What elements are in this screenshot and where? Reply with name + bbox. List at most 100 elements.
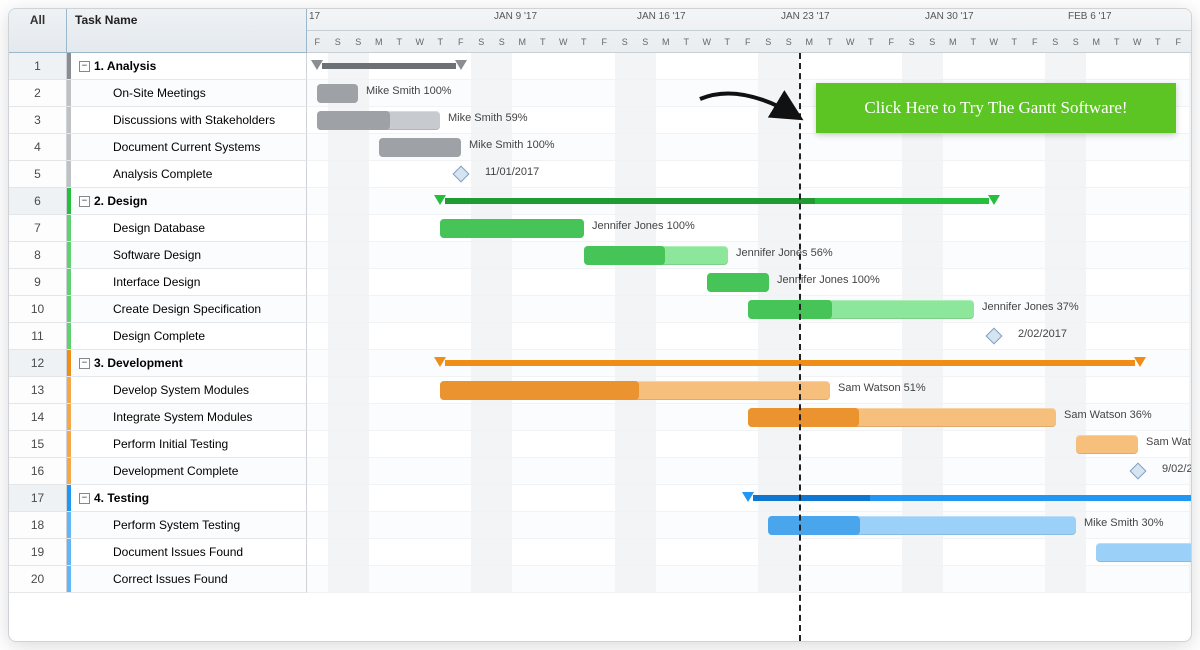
row-number[interactable]: 9 <box>9 269 67 296</box>
task-bar[interactable]: Mike Smith 100% <box>379 138 461 157</box>
timeline-cell[interactable] <box>307 53 1191 80</box>
task-cell[interactable]: Document Current Systems <box>67 134 307 161</box>
timeline-cell[interactable] <box>307 485 1191 512</box>
task-bar[interactable]: Sam Watson 51% <box>440 381 830 400</box>
summary-bar[interactable] <box>317 60 461 71</box>
task-row[interactable]: 18Perform System Testing Mike Smith 30% <box>9 512 1191 539</box>
timeline-cell[interactable]: Jennifer Jones 37% <box>307 296 1191 323</box>
timeline-cell[interactable]: 9/02/2017 <box>307 458 1191 485</box>
summary-bar[interactable] <box>440 195 994 206</box>
timeline-cell[interactable]: Mik <box>307 539 1191 566</box>
task-cell[interactable]: Software Design <box>67 242 307 269</box>
row-number[interactable]: 10 <box>9 296 67 323</box>
milestone-icon[interactable] <box>986 328 1002 344</box>
row-number[interactable]: 11 <box>9 323 67 350</box>
task-bar[interactable]: Jennifer Jones 56% <box>584 246 728 265</box>
timeline-cell[interactable] <box>307 188 1191 215</box>
task-cell[interactable]: −1. Analysis <box>67 53 307 80</box>
task-bar[interactable]: Jennifer Jones 100% <box>440 219 584 238</box>
timeline-cell[interactable]: Jennifer Jones 56% <box>307 242 1191 269</box>
task-row[interactable]: 10Create Design Specification Jennifer J… <box>9 296 1191 323</box>
task-row[interactable]: 12−3. Development <box>9 350 1191 377</box>
task-row[interactable]: 6−2. Design <box>9 188 1191 215</box>
task-row[interactable]: 15Perform Initial Testing Sam Watson <box>9 431 1191 458</box>
task-cell[interactable]: Develop System Modules <box>67 377 307 404</box>
task-row[interactable]: 7Design Database Jennifer Jones 100% <box>9 215 1191 242</box>
row-number[interactable]: 14 <box>9 404 67 431</box>
row-number[interactable]: 1 <box>9 53 67 80</box>
row-number[interactable]: 17 <box>9 485 67 512</box>
task-cell[interactable]: Development Complete <box>67 458 307 485</box>
task-row[interactable]: 13Develop System Modules Sam Watson 51% <box>9 377 1191 404</box>
timeline-cell[interactable]: Sam Watson 36% <box>307 404 1191 431</box>
timeline-header[interactable]: 17JAN 9 '17JAN 16 '17JAN 23 '17JAN 30 '1… <box>307 9 1191 53</box>
task-cell[interactable]: −4. Testing <box>67 485 307 512</box>
task-row[interactable]: 5Analysis Complete 11/01/2017 <box>9 161 1191 188</box>
task-bar[interactable]: Jennifer Jones 100% <box>707 273 769 292</box>
task-cell[interactable]: Document Issues Found <box>67 539 307 566</box>
row-number[interactable]: 13 <box>9 377 67 404</box>
task-bar[interactable]: Jennifer Jones 37% <box>748 300 974 319</box>
milestone-icon[interactable] <box>1130 463 1146 479</box>
collapse-icon[interactable]: − <box>79 196 90 207</box>
task-cell[interactable]: Discussions with Stakeholders <box>67 107 307 134</box>
row-number[interactable]: 3 <box>9 107 67 134</box>
task-cell[interactable]: Perform Initial Testing <box>67 431 307 458</box>
timeline-cell[interactable]: Jennifer Jones 100% <box>307 215 1191 242</box>
row-number[interactable]: 18 <box>9 512 67 539</box>
task-bar[interactable]: Sam Watson 36% <box>748 408 1056 427</box>
timeline-cell[interactable] <box>307 566 1191 593</box>
row-number[interactable]: 8 <box>9 242 67 269</box>
task-row[interactable]: 1−1. Analysis <box>9 53 1191 80</box>
task-cell[interactable]: −3. Development <box>67 350 307 377</box>
milestone-icon[interactable] <box>453 166 469 182</box>
row-number[interactable]: 5 <box>9 161 67 188</box>
collapse-icon[interactable]: − <box>79 358 90 369</box>
task-cell[interactable]: Create Design Specification <box>67 296 307 323</box>
task-cell[interactable]: Analysis Complete <box>67 161 307 188</box>
row-number[interactable]: 19 <box>9 539 67 566</box>
task-row[interactable]: 8Software Design Jennifer Jones 56% <box>9 242 1191 269</box>
task-cell[interactable]: Correct Issues Found <box>67 566 307 593</box>
timeline-cell[interactable]: Jennifer Jones 100% <box>307 269 1191 296</box>
task-row[interactable]: 11Design Complete 2/02/2017 <box>9 323 1191 350</box>
row-number[interactable]: 16 <box>9 458 67 485</box>
timeline-cell[interactable]: 2/02/2017 <box>307 323 1191 350</box>
task-cell[interactable]: Design Complete <box>67 323 307 350</box>
row-number[interactable]: 15 <box>9 431 67 458</box>
row-number[interactable]: 6 <box>9 188 67 215</box>
task-bar[interactable]: Sam Watson <box>1076 435 1138 454</box>
task-row[interactable]: 17−4. Testing <box>9 485 1191 512</box>
timeline-cell[interactable]: Sam Watson 51% <box>307 377 1191 404</box>
timeline-cell[interactable]: 11/01/2017 <box>307 161 1191 188</box>
row-number[interactable]: 12 <box>9 350 67 377</box>
row-number[interactable]: 20 <box>9 566 67 593</box>
row-number[interactable]: 7 <box>9 215 67 242</box>
task-bar[interactable]: Mike Smith 100% <box>317 84 358 103</box>
task-cell[interactable]: −2. Design <box>67 188 307 215</box>
task-cell[interactable]: Perform System Testing <box>67 512 307 539</box>
summary-bar[interactable] <box>748 492 1192 503</box>
task-row[interactable]: 14Integrate System Modules Sam Watson 36… <box>9 404 1191 431</box>
task-bar[interactable]: Mike Smith 59% <box>317 111 440 130</box>
task-cell[interactable]: Design Database <box>67 215 307 242</box>
task-row[interactable]: 4Document Current Systems Mike Smith 100… <box>9 134 1191 161</box>
column-header-all[interactable]: All <box>9 9 67 53</box>
task-row[interactable]: 9Interface Design Jennifer Jones 100% <box>9 269 1191 296</box>
task-row[interactable]: 16Development Complete 9/02/2017 <box>9 458 1191 485</box>
timeline-cell[interactable] <box>307 350 1191 377</box>
summary-bar[interactable] <box>440 357 1140 368</box>
timeline-cell[interactable]: Mike Smith 100% <box>307 134 1191 161</box>
try-gantt-cta-button[interactable]: Click Here to Try The Gantt Software! <box>816 83 1176 133</box>
task-row[interactable]: 19Document Issues Found Mik <box>9 539 1191 566</box>
task-row[interactable]: 20Correct Issues Found <box>9 566 1191 593</box>
task-cell[interactable]: Interface Design <box>67 269 307 296</box>
row-number[interactable]: 4 <box>9 134 67 161</box>
collapse-icon[interactable]: − <box>79 61 90 72</box>
collapse-icon[interactable]: − <box>79 493 90 504</box>
timeline-cell[interactable]: Sam Watson <box>307 431 1191 458</box>
row-number[interactable]: 2 <box>9 80 67 107</box>
column-header-taskname[interactable]: Task Name <box>67 9 307 53</box>
task-cell[interactable]: Integrate System Modules <box>67 404 307 431</box>
task-cell[interactable]: On-Site Meetings <box>67 80 307 107</box>
